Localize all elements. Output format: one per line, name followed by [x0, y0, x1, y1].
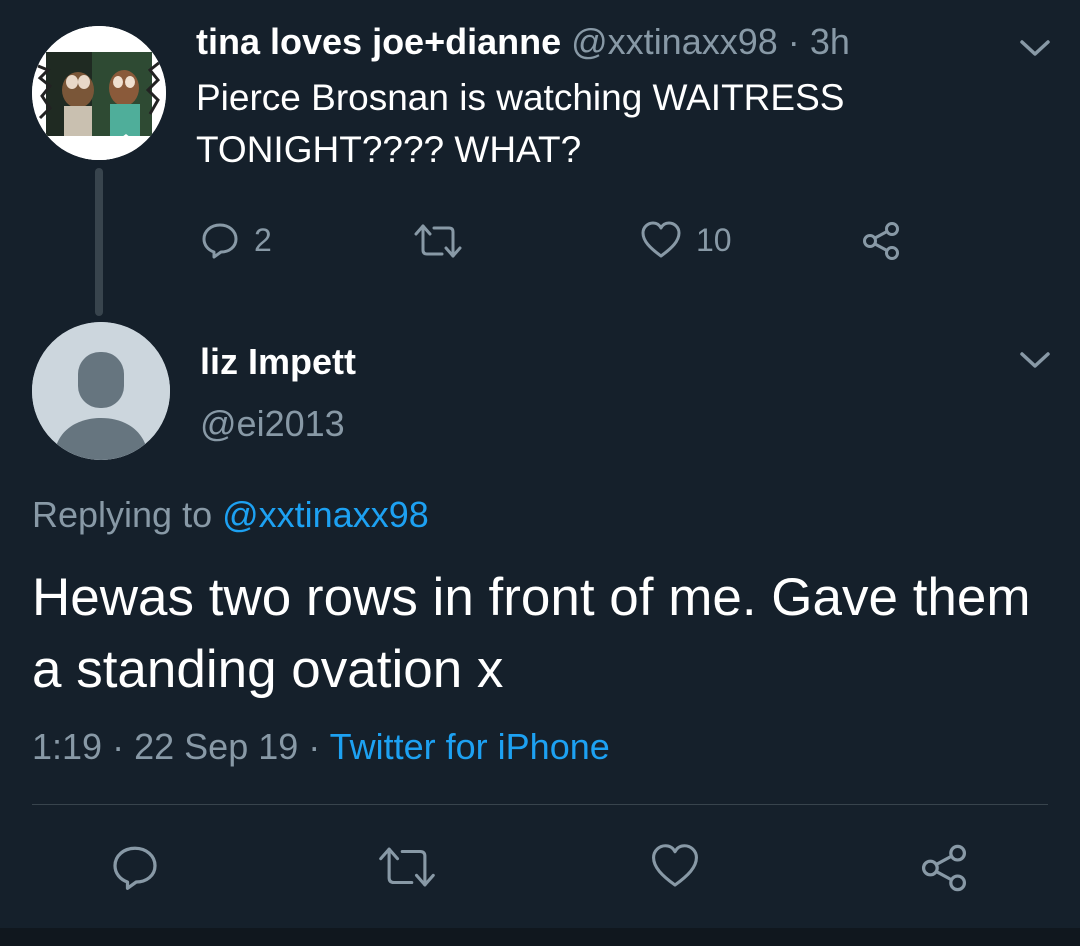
parent-tweet-header: tina loves joe+dianne @xxtinaxx98 · 3h: [196, 20, 850, 64]
parent-chevron-down-icon[interactable]: [1018, 38, 1052, 58]
bottom-edge-strip: [0, 928, 1080, 946]
heart-icon: [652, 844, 698, 887]
reply-icon: [113, 846, 157, 890]
parent-like-button[interactable]: 10: [640, 220, 732, 260]
share-icon: [921, 844, 967, 892]
parent-reply-button[interactable]: 2: [200, 220, 272, 260]
reply-date: 22 Sep 19: [134, 726, 299, 767]
cartoon-rats-avatar-icon: [32, 26, 166, 160]
reply-reply-button[interactable]: [110, 842, 160, 892]
reply-avatar[interactable]: [32, 322, 170, 460]
reply-time: 1:19: [32, 726, 103, 767]
heart-icon: [641, 221, 681, 258]
parent-retweet-button[interactable]: [412, 222, 464, 260]
reply-meta-separator: ·: [112, 726, 125, 767]
parent-tweet-text: Pierce Brosnan is watching WAITRESS TONI…: [196, 77, 845, 170]
reply-icon: [202, 223, 238, 259]
reply-like-button[interactable]: [650, 842, 700, 890]
tweet-source-link[interactable]: Twitter for iPhone: [330, 726, 610, 767]
parent-share-button[interactable]: [860, 220, 902, 262]
replying-to-handle-link[interactable]: @xxtinaxx98: [222, 494, 429, 535]
retweet-icon: [414, 224, 462, 258]
replying-to-line: Replying to @xxtinaxx98: [32, 492, 429, 538]
reply-share-button[interactable]: [918, 842, 970, 894]
reply-meta-separator-2: ·: [308, 726, 321, 767]
action-bar-divider: [32, 804, 1048, 805]
parent-like-count: 10: [696, 221, 732, 258]
parent-handle[interactable]: @xxtinaxx98: [571, 21, 778, 62]
reply-chevron-down-icon[interactable]: [1018, 350, 1052, 370]
reply-tweet-meta: 1:19 · 22 Sep 19 · Twitter for iPhone: [32, 724, 610, 770]
parent-display-name[interactable]: tina loves joe+dianne: [196, 21, 561, 62]
reply-tweet-text: Hewas two rows in front of me. Gave them…: [32, 568, 1031, 699]
reply-handle[interactable]: @ei2013: [200, 402, 345, 446]
parent-reply-count: 2: [254, 221, 272, 258]
share-icon: [863, 222, 899, 260]
replying-to-label: Replying to: [32, 494, 213, 535]
thread-connector-line: [95, 168, 103, 316]
parent-avatar[interactable]: [32, 26, 166, 160]
parent-separator: ·: [787, 21, 800, 62]
default-profile-avatar-icon: [32, 322, 170, 460]
retweet-icon: [379, 847, 435, 887]
reply-display-name[interactable]: liz Impett: [200, 340, 356, 384]
parent-timestamp[interactable]: 3h: [810, 21, 850, 62]
reply-retweet-button[interactable]: [376, 844, 438, 890]
